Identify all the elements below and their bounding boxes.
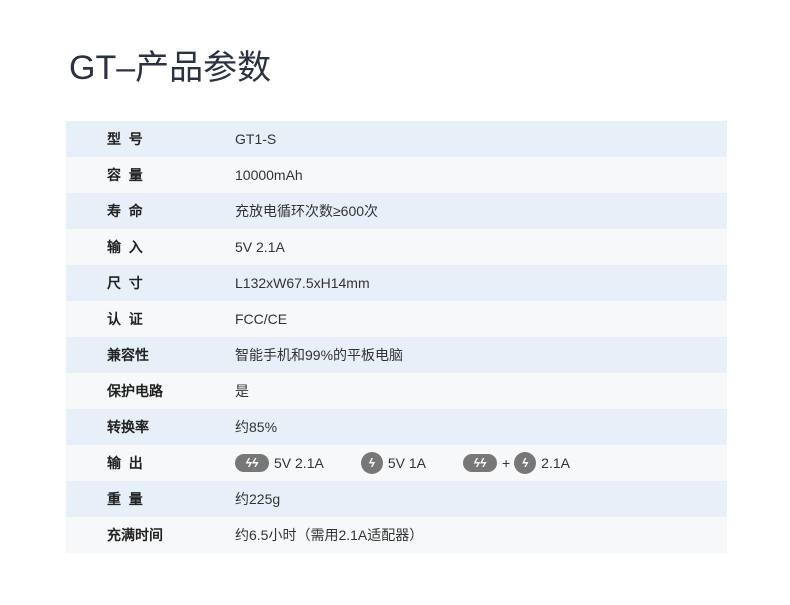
double-bolt-icon: ϟϟ (462, 454, 497, 472)
bolt-icon: ϟ (360, 452, 383, 474)
spec-value: 5V 2.1A (235, 239, 285, 255)
output-option: ϟϟ 5V 2.1A (235, 454, 324, 472)
output-value: 2.1A (541, 455, 570, 471)
spec-label: 尺 寸 (107, 275, 143, 291)
spec-value: FCC/CE (235, 311, 288, 327)
output-value: 5V 2.1A (274, 455, 324, 471)
spec-label: 兼容性 (107, 347, 149, 363)
spec-label: 重 量 (107, 491, 143, 507)
output-option: ϟϟ + ϟ 2.1A (462, 452, 570, 474)
spec-value: L132xW67.5xH14mm (235, 275, 370, 291)
spec-label: 充满时间 (107, 527, 163, 543)
spec-table: 型 号 GT1-S 容 量 10000mAh 寿 命 充放电循环次数≥600次 输 入… (66, 121, 727, 553)
spec-value: 约225g (235, 491, 281, 507)
output-values: ϟϟ 5V 2.1A ϟ 5V 1A ϟϟ + ϟ 2.1A (235, 452, 607, 474)
spec-value: 约6.5小时（需用2.1A适配器） (235, 527, 424, 543)
table-row: 尺 寸 L132xW67.5xH14mm (66, 265, 727, 301)
table-row: 重 量 约225g (66, 481, 727, 517)
spec-value: 智能手机和99%的平板电脑 (235, 347, 404, 363)
table-row: 充满时间 约6.5小时（需用2.1A适配器） (66, 517, 727, 553)
spec-label: 容 量 (107, 167, 143, 183)
table-row: 输 出 ϟϟ 5V 2.1A ϟ 5V 1A ϟϟ + ϟ 2.1A (66, 445, 727, 481)
spec-label: 保护电路 (107, 383, 163, 399)
spec-label: 输 出 (107, 455, 143, 471)
spec-label: 认 证 (107, 311, 143, 327)
table-row: 输 入 5V 2.1A (66, 229, 727, 265)
table-row: 容 量 10000mAh (66, 157, 727, 193)
spec-label: 转换率 (107, 419, 149, 435)
double-bolt-icon: ϟϟ (235, 454, 269, 472)
spec-value: 约85% (235, 419, 278, 435)
table-row: 转换率 约85% (66, 409, 727, 445)
bolt-icon: ϟ (514, 452, 537, 474)
table-row: 保护电路 是 (66, 373, 727, 409)
table-row: 寿 命 充放电循环次数≥600次 (66, 193, 727, 229)
page-title: GT–产品参数 (69, 49, 272, 87)
spec-label: 型 号 (107, 131, 143, 147)
spec-value: 10000mAh (235, 167, 303, 183)
spec-label: 输 入 (107, 239, 143, 255)
spec-value: 充放电循环次数≥600次 (235, 203, 379, 219)
output-value: 5V 1A (387, 455, 426, 471)
table-row: 兼容性 智能手机和99%的平板电脑 (66, 337, 727, 373)
spec-value: 是 (235, 383, 249, 399)
spec-value: GT1-S (235, 131, 277, 147)
output-option: ϟ 5V 1A (360, 452, 426, 474)
plus-sign: + (501, 455, 511, 471)
table-row: 型 号 GT1-S (66, 121, 727, 157)
table-row: 认 证 FCC/CE (66, 301, 727, 337)
spec-label: 寿 命 (107, 203, 143, 219)
